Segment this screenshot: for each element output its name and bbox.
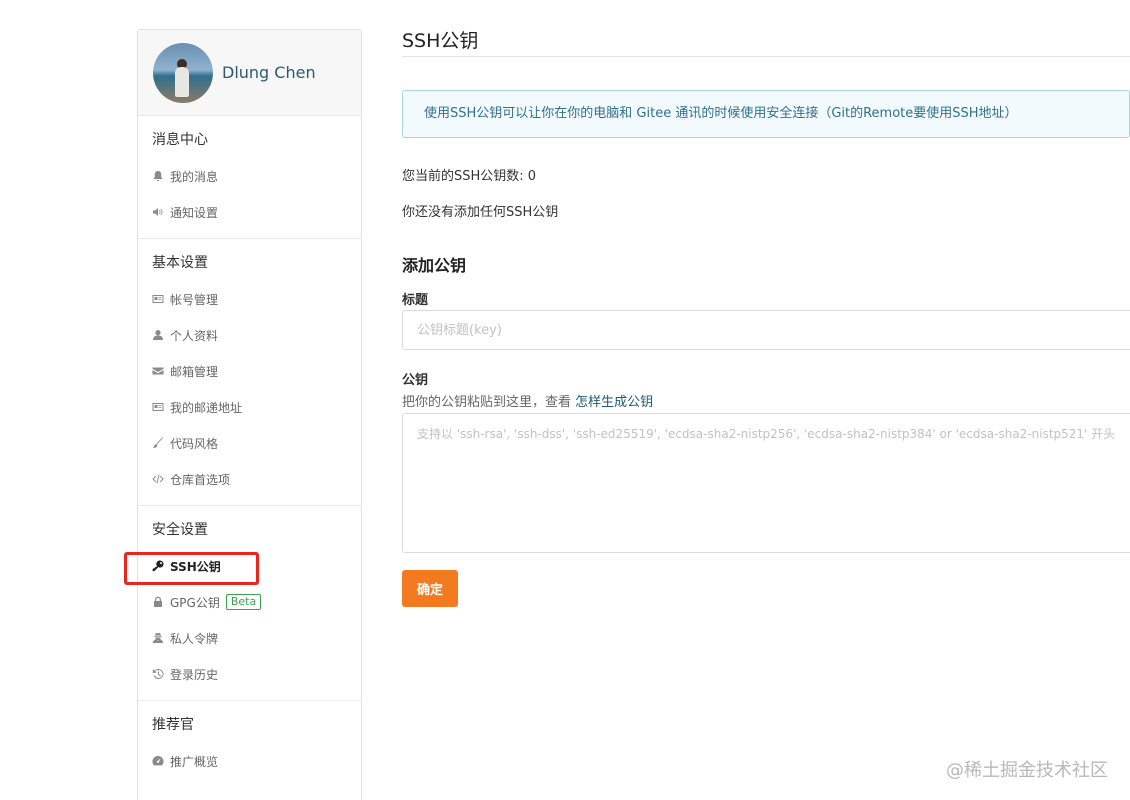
sidebar-item-label: 我的邮递地址 <box>170 400 243 415</box>
history-icon <box>152 668 164 680</box>
section-title: 基本设置 <box>152 255 208 271</box>
sidebar-item-label: SSH公钥 <box>170 559 221 574</box>
page-title: SSH公钥 <box>402 30 479 52</box>
key-title-input[interactable] <box>402 310 1130 350</box>
sidebar-item-gpg-keys[interactable]: GPG公钥 Beta <box>138 584 361 620</box>
key-label: 公钥 <box>402 373 429 388</box>
section-title: 推荐官 <box>152 717 194 733</box>
key-hint: 把你的公钥粘贴到这里，查看 怎样生成公钥 <box>402 391 653 410</box>
sidebar-item-profile[interactable]: 个人资料 <box>138 317 361 353</box>
sidebar-item-code-style[interactable]: 代码风格 <box>138 425 361 461</box>
section-basic-settings: 基本设置 帐号管理 个人资料 邮箱管理 我的邮递地址 代码风格 仓库首选项 <box>138 239 361 506</box>
section-title: 消息中心 <box>152 132 208 148</box>
lock-icon <box>152 596 164 608</box>
sidebar-item-label: 登录历史 <box>170 667 219 682</box>
how-to-generate-key-link[interactable]: 怎样生成公钥 <box>575 395 653 410</box>
key-icon <box>152 560 164 572</box>
section-security: 安全设置 SSH公钥 GPG公钥 Beta 私人令牌 登录历史 <box>138 506 361 701</box>
section-title: 安全设置 <box>152 522 208 538</box>
sidebar-item-login-history[interactable]: 登录历史 <box>138 656 361 692</box>
sidebar-item-label: 私人令牌 <box>170 631 219 646</box>
address-card-icon <box>152 401 164 413</box>
main-content: SSH公钥 使用SSH公钥可以让你在你的电脑和 Gitee 通讯的时候使用安全连… <box>402 0 1130 800</box>
user-secret-icon <box>152 632 164 644</box>
settings-sidebar: Dlung Chen 消息中心 我的消息 通知设置 基本设置 帐号管理 个人资料… <box>137 29 362 800</box>
sidebar-item-ssh-keys[interactable]: SSH公钥 <box>138 548 361 584</box>
section-referral: 推荐官 推广概览 <box>138 701 361 787</box>
title-label: 标题 <box>402 293 429 308</box>
sidebar-item-label: 代码风格 <box>170 436 219 451</box>
sidebar-item-private-tokens[interactable]: 私人令牌 <box>138 620 361 656</box>
profile-name[interactable]: Dlung Chen <box>222 63 316 82</box>
avatar-figure <box>175 66 189 97</box>
profile-header: Dlung Chen <box>138 30 361 116</box>
sidebar-item-notification-settings[interactable]: 通知设置 <box>138 194 361 230</box>
watermark: @稀土掘金技术社区 <box>946 760 1108 781</box>
sidebar-item-label: 个人资料 <box>170 328 219 343</box>
add-key-heading: 添加公钥 <box>402 256 467 275</box>
envelope-icon <box>152 365 164 377</box>
beta-badge: Beta <box>225 594 262 610</box>
sidebar-item-label: GPG公钥 <box>170 595 220 610</box>
ssh-key-count: 您当前的SSH公钥数: 0 <box>402 169 537 184</box>
sidebar-item-label: 推广概览 <box>170 754 219 769</box>
empty-state-text: 你还没有添加任何SSH公钥 <box>402 205 559 220</box>
public-key-textarea[interactable] <box>402 413 1130 553</box>
paintbrush-icon <box>152 437 164 449</box>
sidebar-item-label: 我的消息 <box>170 169 219 184</box>
user-icon <box>152 329 164 341</box>
id-card-icon <box>152 293 164 305</box>
dashboard-icon <box>152 755 164 767</box>
sidebar-item-promo-overview[interactable]: 推广概览 <box>138 743 361 779</box>
sidebar-item-label: 帐号管理 <box>170 292 219 307</box>
sidebar-item-address[interactable]: 我的邮递地址 <box>138 389 361 425</box>
title-divider <box>402 56 1130 57</box>
avatar[interactable] <box>153 42 213 103</box>
sidebar-item-account[interactable]: 帐号管理 <box>138 281 361 317</box>
sidebar-item-label: 仓库首选项 <box>170 472 231 487</box>
confirm-button[interactable]: 确定 <box>402 570 458 607</box>
sidebar-item-repo-preferences[interactable]: 仓库首选项 <box>138 461 361 497</box>
bell-icon <box>152 170 164 182</box>
volume-icon <box>152 206 164 218</box>
sidebar-item-email[interactable]: 邮箱管理 <box>138 353 361 389</box>
code-icon <box>152 473 164 485</box>
sidebar-item-label: 通知设置 <box>170 205 219 220</box>
info-message: 使用SSH公钥可以让你在你的电脑和 Gitee 通讯的时候使用安全连接（Git的… <box>402 90 1130 138</box>
key-hint-text: 把你的公钥粘贴到这里，查看 <box>402 395 576 410</box>
sidebar-item-label: 邮箱管理 <box>170 364 219 379</box>
sidebar-item-my-messages[interactable]: 我的消息 <box>138 158 361 194</box>
section-messages: 消息中心 我的消息 通知设置 <box>138 116 361 239</box>
